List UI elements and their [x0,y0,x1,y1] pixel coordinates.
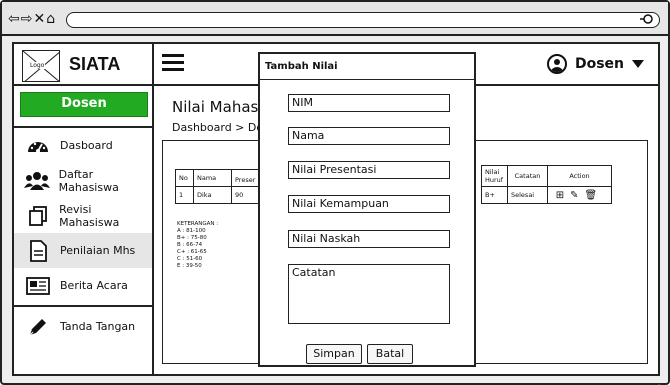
sidebar-item-revisi-mahasiswa[interactable]: Revisi Mahasiswa [14,198,152,233]
users-group-icon [24,170,51,192]
table-row[interactable]: 1 Dika 90 [175,186,262,204]
search-icon[interactable] [639,13,655,28]
app-name: SIATA [69,54,121,74]
column-header: Action [547,165,612,187]
dashboard-gauge-icon [24,135,52,157]
grades-table-left: No Nama Preser 1 Dika 90 [175,169,262,204]
edit-icon[interactable]: ✎ [570,190,584,201]
batal-button[interactable]: Batal [367,344,413,364]
catatan-field[interactable]: Catatan [288,264,450,324]
sidebar-item-berita-acara[interactable]: Berita Acara [14,268,152,303]
chevron-down-icon [632,60,644,68]
role-button[interactable]: Dosen [20,92,148,117]
action-cell: ⊞✎🗑 [547,186,612,204]
add-icon[interactable]: ⊞ [556,190,570,201]
table-header-row: No Nama Preser [175,169,262,187]
column-header: No [175,169,194,187]
modal-title: Tambah Nilai [260,54,474,80]
page-title: Nilai Mahasis [172,98,271,116]
table-cell: B+ [481,186,508,204]
user-menu[interactable]: Dosen [546,54,644,74]
nilai-presentasi-field[interactable]: Nilai Presentasi [288,161,450,179]
legend-line: B+ : 75-80 [177,235,207,241]
nilai-naskah-field[interactable]: Nilai Naskah [288,230,450,248]
legend-line: C : 51-60 [177,256,203,262]
legend-line: B : 66-74 [177,242,203,248]
trash-icon[interactable]: 🗑 [585,190,604,201]
sidebar-item-daftar-mahasiswa[interactable]: Daftar Mahasiswa [14,163,152,198]
simpan-button[interactable]: Simpan [306,344,362,364]
newspaper-icon [24,275,52,297]
table-header-row: Nilai Huruf Catatan Action [481,165,612,187]
user-avatar-icon [546,54,567,74]
logo-text: Logo [29,62,46,69]
add-grade-modal: Tambah Nilai NIM Nama Nilai Presentasi N… [258,52,476,367]
table-cell: 90 [231,186,262,204]
column-header: Nilai Huruf [481,165,508,187]
sidebar-item-dasboard[interactable]: Dasboard [14,128,152,163]
nama-field[interactable]: Nama [288,127,450,145]
sidebar-menu: Dasboard Daftar Mahasiswa Revisi Mahasis… [14,126,152,344]
table-row[interactable]: B+ Selesai ⊞✎🗑 [481,186,612,204]
table-cell: Dika [193,186,232,204]
legend-line: KETERANGAN : [177,221,219,227]
table-cell: 1 [175,186,194,204]
sidebar-item-label: Revisi Mahasiswa [59,202,120,229]
grades-table-right: Nilai Huruf Catatan Action B+ Selesai ⊞✎… [481,165,612,204]
address-bar[interactable] [66,12,660,28]
sidebar-item-tanda-tangan[interactable]: Tanda Tangan [14,309,152,344]
window-bottom-edge [0,376,666,385]
sidebar-item-label: Daftar Mahasiswa [58,167,119,194]
sidebar: Logo SIATA Dosen Dasboard Daftar Mahasis… [14,44,154,374]
pen-icon [24,316,52,338]
logo-placeholder: Logo [22,50,60,82]
column-header: Nama [193,169,232,187]
legend-line: C+ : 61-65 [177,249,207,255]
brand: Logo SIATA [14,44,152,86]
browser-toolbar: ⇦⇨✕⌂ [2,2,668,36]
legend-line: A : 81-100 [177,228,206,234]
column-header: Preser [231,169,262,187]
sidebar-item-label: Penilaian Mhs [60,244,136,257]
document-icon [24,239,52,262]
sidebar-item-penilaian-mhs[interactable]: Penilaian Mhs [14,233,152,268]
nim-field[interactable]: NIM [288,94,450,112]
sidebar-item-label: Dasboard [60,139,113,152]
browser-nav-icons[interactable]: ⇦⇨✕⌂ [8,11,56,27]
sidebar-item-label: Tanda Tangan [60,320,136,333]
grade-legend: KETERANGAN : A : 81-100 B+ : 75-80 B : 6… [177,221,218,270]
breadcrumb[interactable]: Dashboard > Dos [172,121,269,134]
user-name: Dosen [574,56,624,72]
nilai-kemampuan-field[interactable]: Nilai Kemampuan [288,195,450,213]
hamburger-menu-icon[interactable] [162,54,184,72]
column-header: Catatan [507,165,548,187]
sidebar-item-label: Berita Acara [60,279,128,292]
sidebar-divider [14,305,152,307]
legend-line: E : 39-50 [177,263,202,269]
copy-documents-icon [24,205,51,227]
table-cell: Selesai [507,186,548,204]
